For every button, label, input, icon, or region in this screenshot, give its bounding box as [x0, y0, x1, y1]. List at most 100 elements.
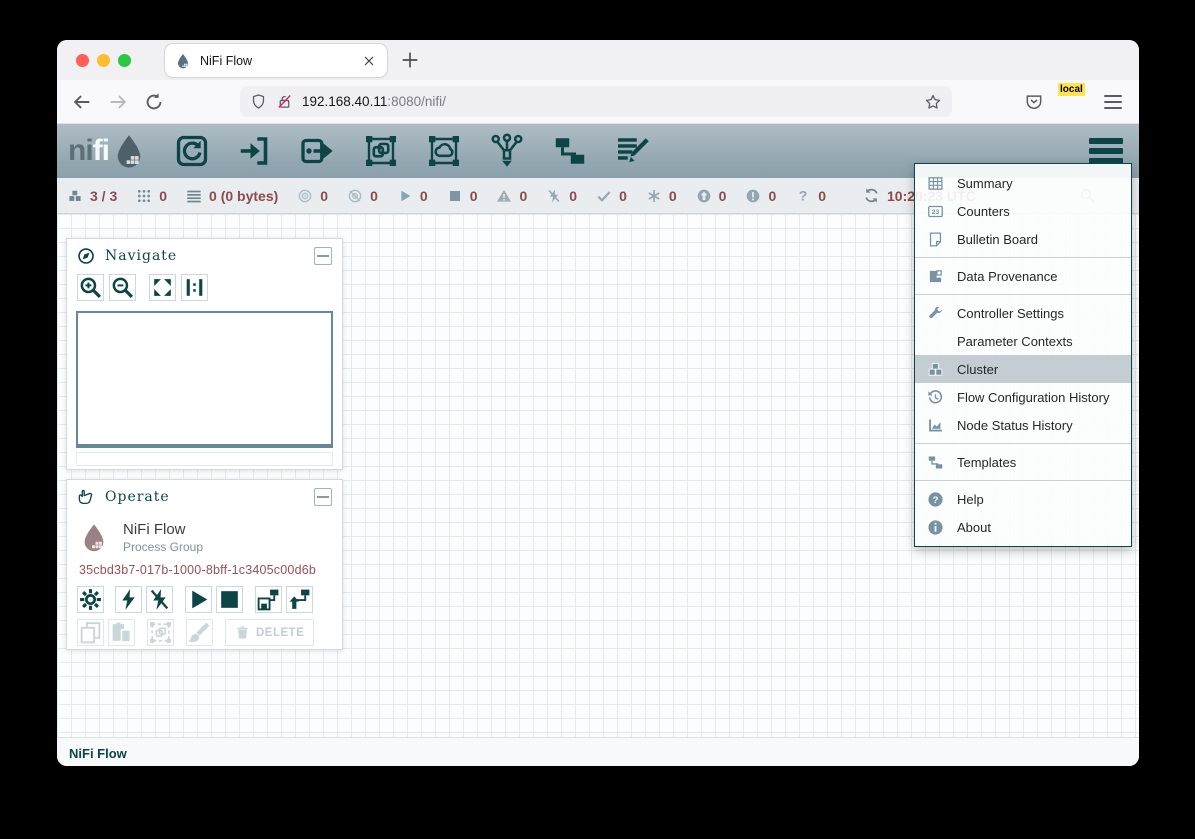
template-icon[interactable]	[552, 133, 588, 169]
reload-button[interactable]	[143, 91, 165, 113]
wrench-icon	[927, 305, 944, 322]
insecure-lock-icon[interactable]	[276, 93, 293, 110]
traffic-lights	[76, 54, 131, 67]
menu-item-label: Cluster	[957, 362, 998, 377]
enable-button[interactable]	[115, 586, 142, 613]
node-chart-icon	[927, 417, 944, 434]
menu-item-cluster[interactable]: Cluster	[915, 355, 1131, 383]
copy-button[interactable]	[77, 619, 104, 646]
stopped-icon	[447, 188, 463, 204]
menu-item-templates[interactable]: Templates	[915, 448, 1131, 476]
menu-item-controller-settings[interactable]: Controller Settings	[915, 299, 1131, 327]
profile-avatar[interactable]: local	[1064, 92, 1084, 112]
pocket-icon[interactable]	[1024, 92, 1044, 112]
menu-divider	[915, 480, 1131, 481]
operate-collapse-button[interactable]	[314, 488, 332, 506]
menu-item-bulletin-board[interactable]: Bulletin Board	[915, 225, 1131, 253]
menu-item-parameter-contexts[interactable]: Parameter Contexts	[915, 327, 1131, 355]
label-icon[interactable]	[615, 133, 651, 169]
tab-bar: NiFi Flow	[57, 40, 1139, 80]
menu-divider	[915, 257, 1131, 258]
browser-window: NiFi Flow 192.168.40.11:8080/nifi/ local…	[57, 40, 1139, 766]
queued-icon	[186, 188, 202, 204]
global-menu-button[interactable]	[1089, 138, 1123, 164]
status-not-transmitting: 0	[347, 188, 378, 204]
processor-icon[interactable]	[174, 133, 210, 169]
url-bar[interactable]: 192.168.40.11:8080/nifi/	[240, 86, 952, 117]
status-locally-modified-stale-count: 0	[768, 188, 776, 204]
compass-icon	[77, 247, 95, 265]
logo-text-fi: fi	[93, 134, 109, 168]
menu-item-about[interactable]: About	[915, 513, 1131, 541]
delete-label: DELETE	[256, 627, 304, 639]
process-group-icon[interactable]	[363, 133, 399, 169]
zoom-window-button[interactable]	[118, 54, 131, 67]
paste-button[interactable]	[108, 619, 135, 646]
disable-button[interactable]	[146, 586, 173, 613]
status-up-to-date: 0	[596, 188, 627, 204]
browser-tab[interactable]: NiFi Flow	[165, 44, 387, 77]
tab-close-icon[interactable]	[361, 53, 377, 69]
upload-template-button[interactable]	[286, 586, 313, 613]
menu-item-label: Counters	[957, 204, 1010, 219]
menu-item-counters[interactable]: 23Counters	[915, 197, 1131, 225]
status-invalid: 0	[496, 188, 527, 204]
menu-item-data-provenance[interactable]: Data Provenance	[915, 262, 1131, 290]
menu-item-help[interactable]: ?Help	[915, 485, 1131, 513]
status-disabled-count: 0	[569, 188, 577, 204]
operate-panel: Operate NiFi Flow Process Group 35cbd3b7…	[66, 479, 343, 650]
save-template-button[interactable]	[255, 586, 282, 613]
zoom-actual-button[interactable]	[181, 274, 208, 301]
configure-button[interactable]	[77, 586, 104, 613]
breadcrumb[interactable]: NiFi Flow	[69, 746, 127, 761]
minimize-window-button[interactable]	[97, 54, 110, 67]
back-button[interactable]	[71, 91, 93, 113]
status-disabled: 0	[546, 188, 577, 204]
input-port-icon[interactable]	[237, 133, 273, 169]
status-transmitting: 0	[297, 188, 328, 204]
bookmark-star-icon[interactable]	[924, 93, 942, 111]
close-window-button[interactable]	[76, 54, 89, 67]
breadcrumb-bar: NiFi Flow	[57, 737, 1139, 766]
up-to-date-icon	[596, 188, 612, 204]
provenance-icon	[927, 268, 944, 285]
trash-icon	[235, 625, 250, 640]
new-tab-button[interactable]	[399, 49, 421, 71]
change-color-button[interactable]	[186, 619, 213, 646]
menu-item-summary[interactable]: Summary	[915, 169, 1131, 197]
navigate-collapse-button[interactable]	[314, 247, 332, 265]
menu-item-flow-configuration-history[interactable]: Flow Configuration History	[915, 383, 1131, 411]
not-transmitting-icon	[347, 188, 363, 204]
browser-menu-button[interactable]	[1104, 95, 1122, 109]
status-invalid-count: 0	[519, 188, 527, 204]
disabled-icon	[546, 188, 562, 204]
stop-button[interactable]	[216, 586, 243, 613]
menu-item-label: Help	[957, 492, 984, 507]
group-button[interactable]	[147, 619, 174, 646]
delete-button[interactable]: DELETE	[225, 619, 314, 646]
history-icon	[927, 389, 944, 406]
menu-item-node-status-history[interactable]: Node Status History	[915, 411, 1131, 439]
status-running: 0	[397, 188, 428, 204]
template-menu-icon	[927, 454, 944, 471]
refresh-icon[interactable]	[863, 187, 880, 204]
forward-button[interactable]	[107, 91, 129, 113]
status-sync-failure: ?0	[795, 188, 826, 204]
status-cluster-count: 3 / 3	[90, 188, 117, 204]
zoom-fit-button[interactable]	[149, 274, 176, 301]
about-icon	[927, 519, 944, 536]
funnel-icon[interactable]	[489, 133, 525, 169]
start-button[interactable]	[185, 586, 212, 613]
shield-icon[interactable]	[250, 93, 267, 110]
nifi-favicon	[175, 53, 191, 69]
locally-modified-stale-icon	[745, 188, 761, 204]
output-port-icon[interactable]	[300, 133, 336, 169]
remote-process-group-icon[interactable]	[426, 133, 462, 169]
birdseye-minimap[interactable]	[76, 311, 333, 448]
zoom-out-button[interactable]	[109, 274, 136, 301]
zoom-in-button[interactable]	[77, 274, 104, 301]
status-up-to-date-count: 0	[619, 188, 627, 204]
navigate-panel: Navigate	[66, 238, 343, 470]
url-text: 192.168.40.11:8080/nifi/	[302, 94, 924, 109]
global-menu: Summary23CountersBulletin Board Data Prov…	[914, 163, 1132, 547]
